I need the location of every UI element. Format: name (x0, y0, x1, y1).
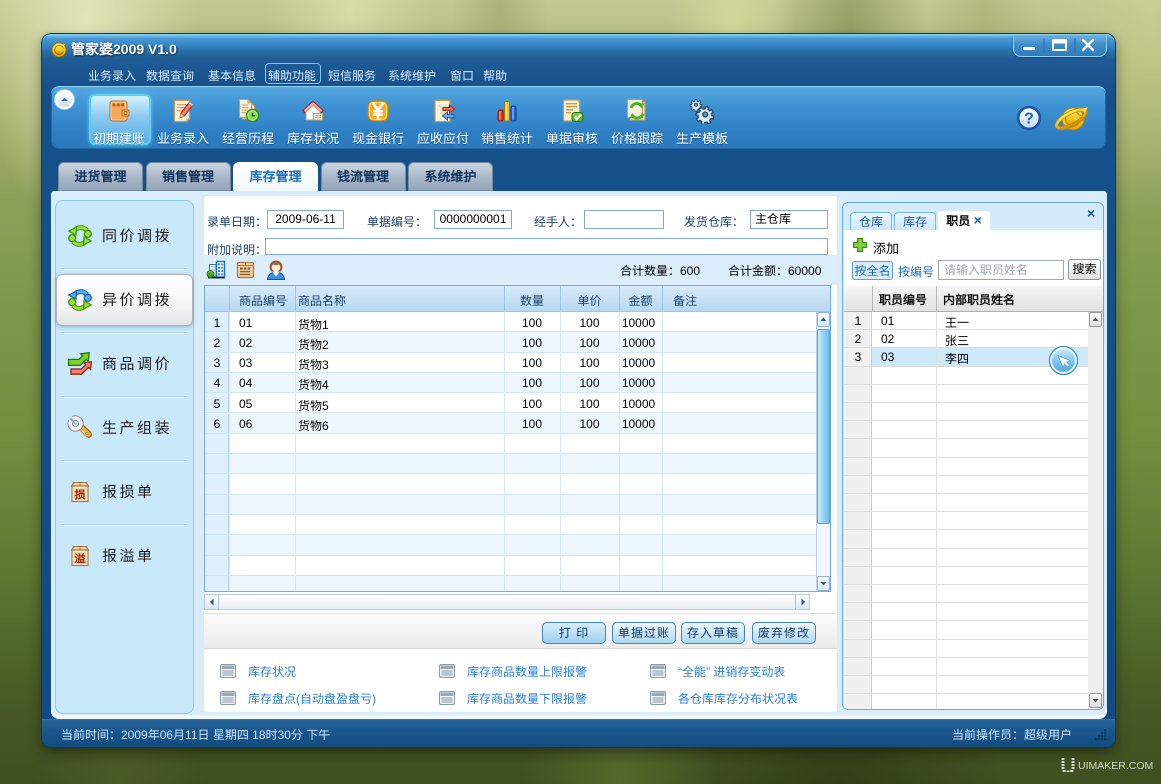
svg-text:溢: 溢 (75, 551, 86, 567)
svg-text:损: 损 (75, 487, 86, 503)
svg-text:?: ? (1024, 111, 1034, 128)
